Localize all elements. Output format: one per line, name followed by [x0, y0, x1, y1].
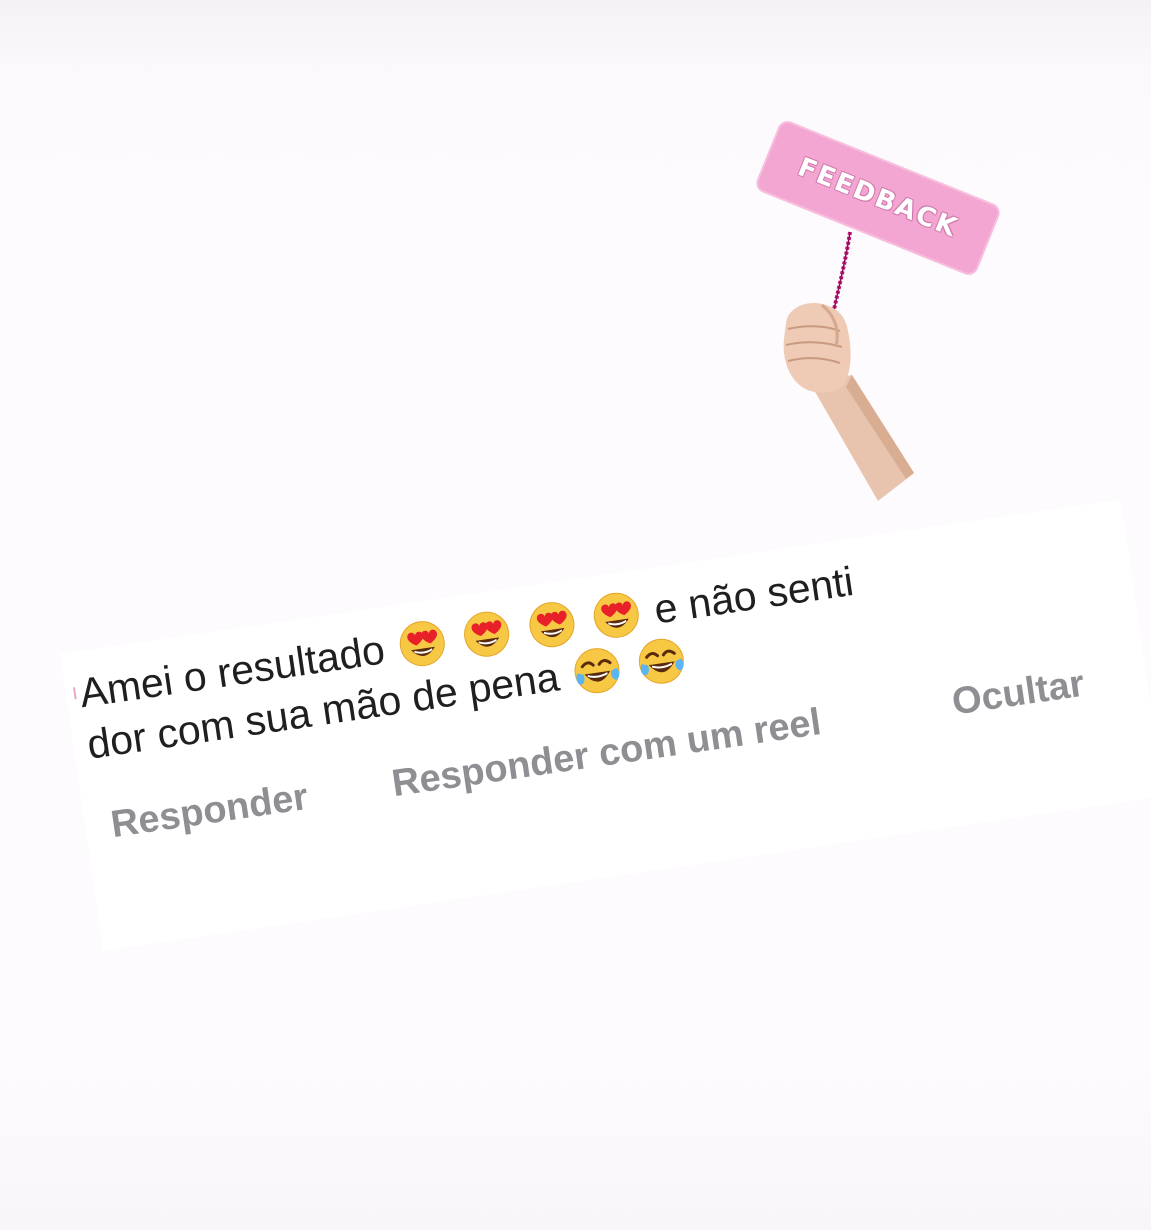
comment-card: Amei o resultado e não senti dor com sua… [60, 499, 1151, 951]
heart-eyes-emoji-icon [395, 616, 449, 670]
heart-eyes-emoji-icon [525, 597, 579, 651]
tears-of-joy-emoji-icon [570, 643, 624, 697]
hide-comment-button[interactable]: Ocultar [949, 663, 1087, 725]
heart-eyes-emoji-icon [589, 588, 643, 642]
tears-of-joy-emoji-icon [634, 634, 688, 688]
feedback-sign-text: FEEDBACK [793, 152, 963, 244]
reply-button[interactable]: Responder [108, 776, 311, 847]
heart-eyes-emoji-icon [460, 607, 514, 661]
feedback-sign: FEEDBACK [753, 118, 1003, 278]
pink-marker [72, 687, 77, 700]
feedback-sticker: FEEDBACK [740, 100, 1040, 520]
hand-holding-sign-icon [774, 295, 924, 510]
